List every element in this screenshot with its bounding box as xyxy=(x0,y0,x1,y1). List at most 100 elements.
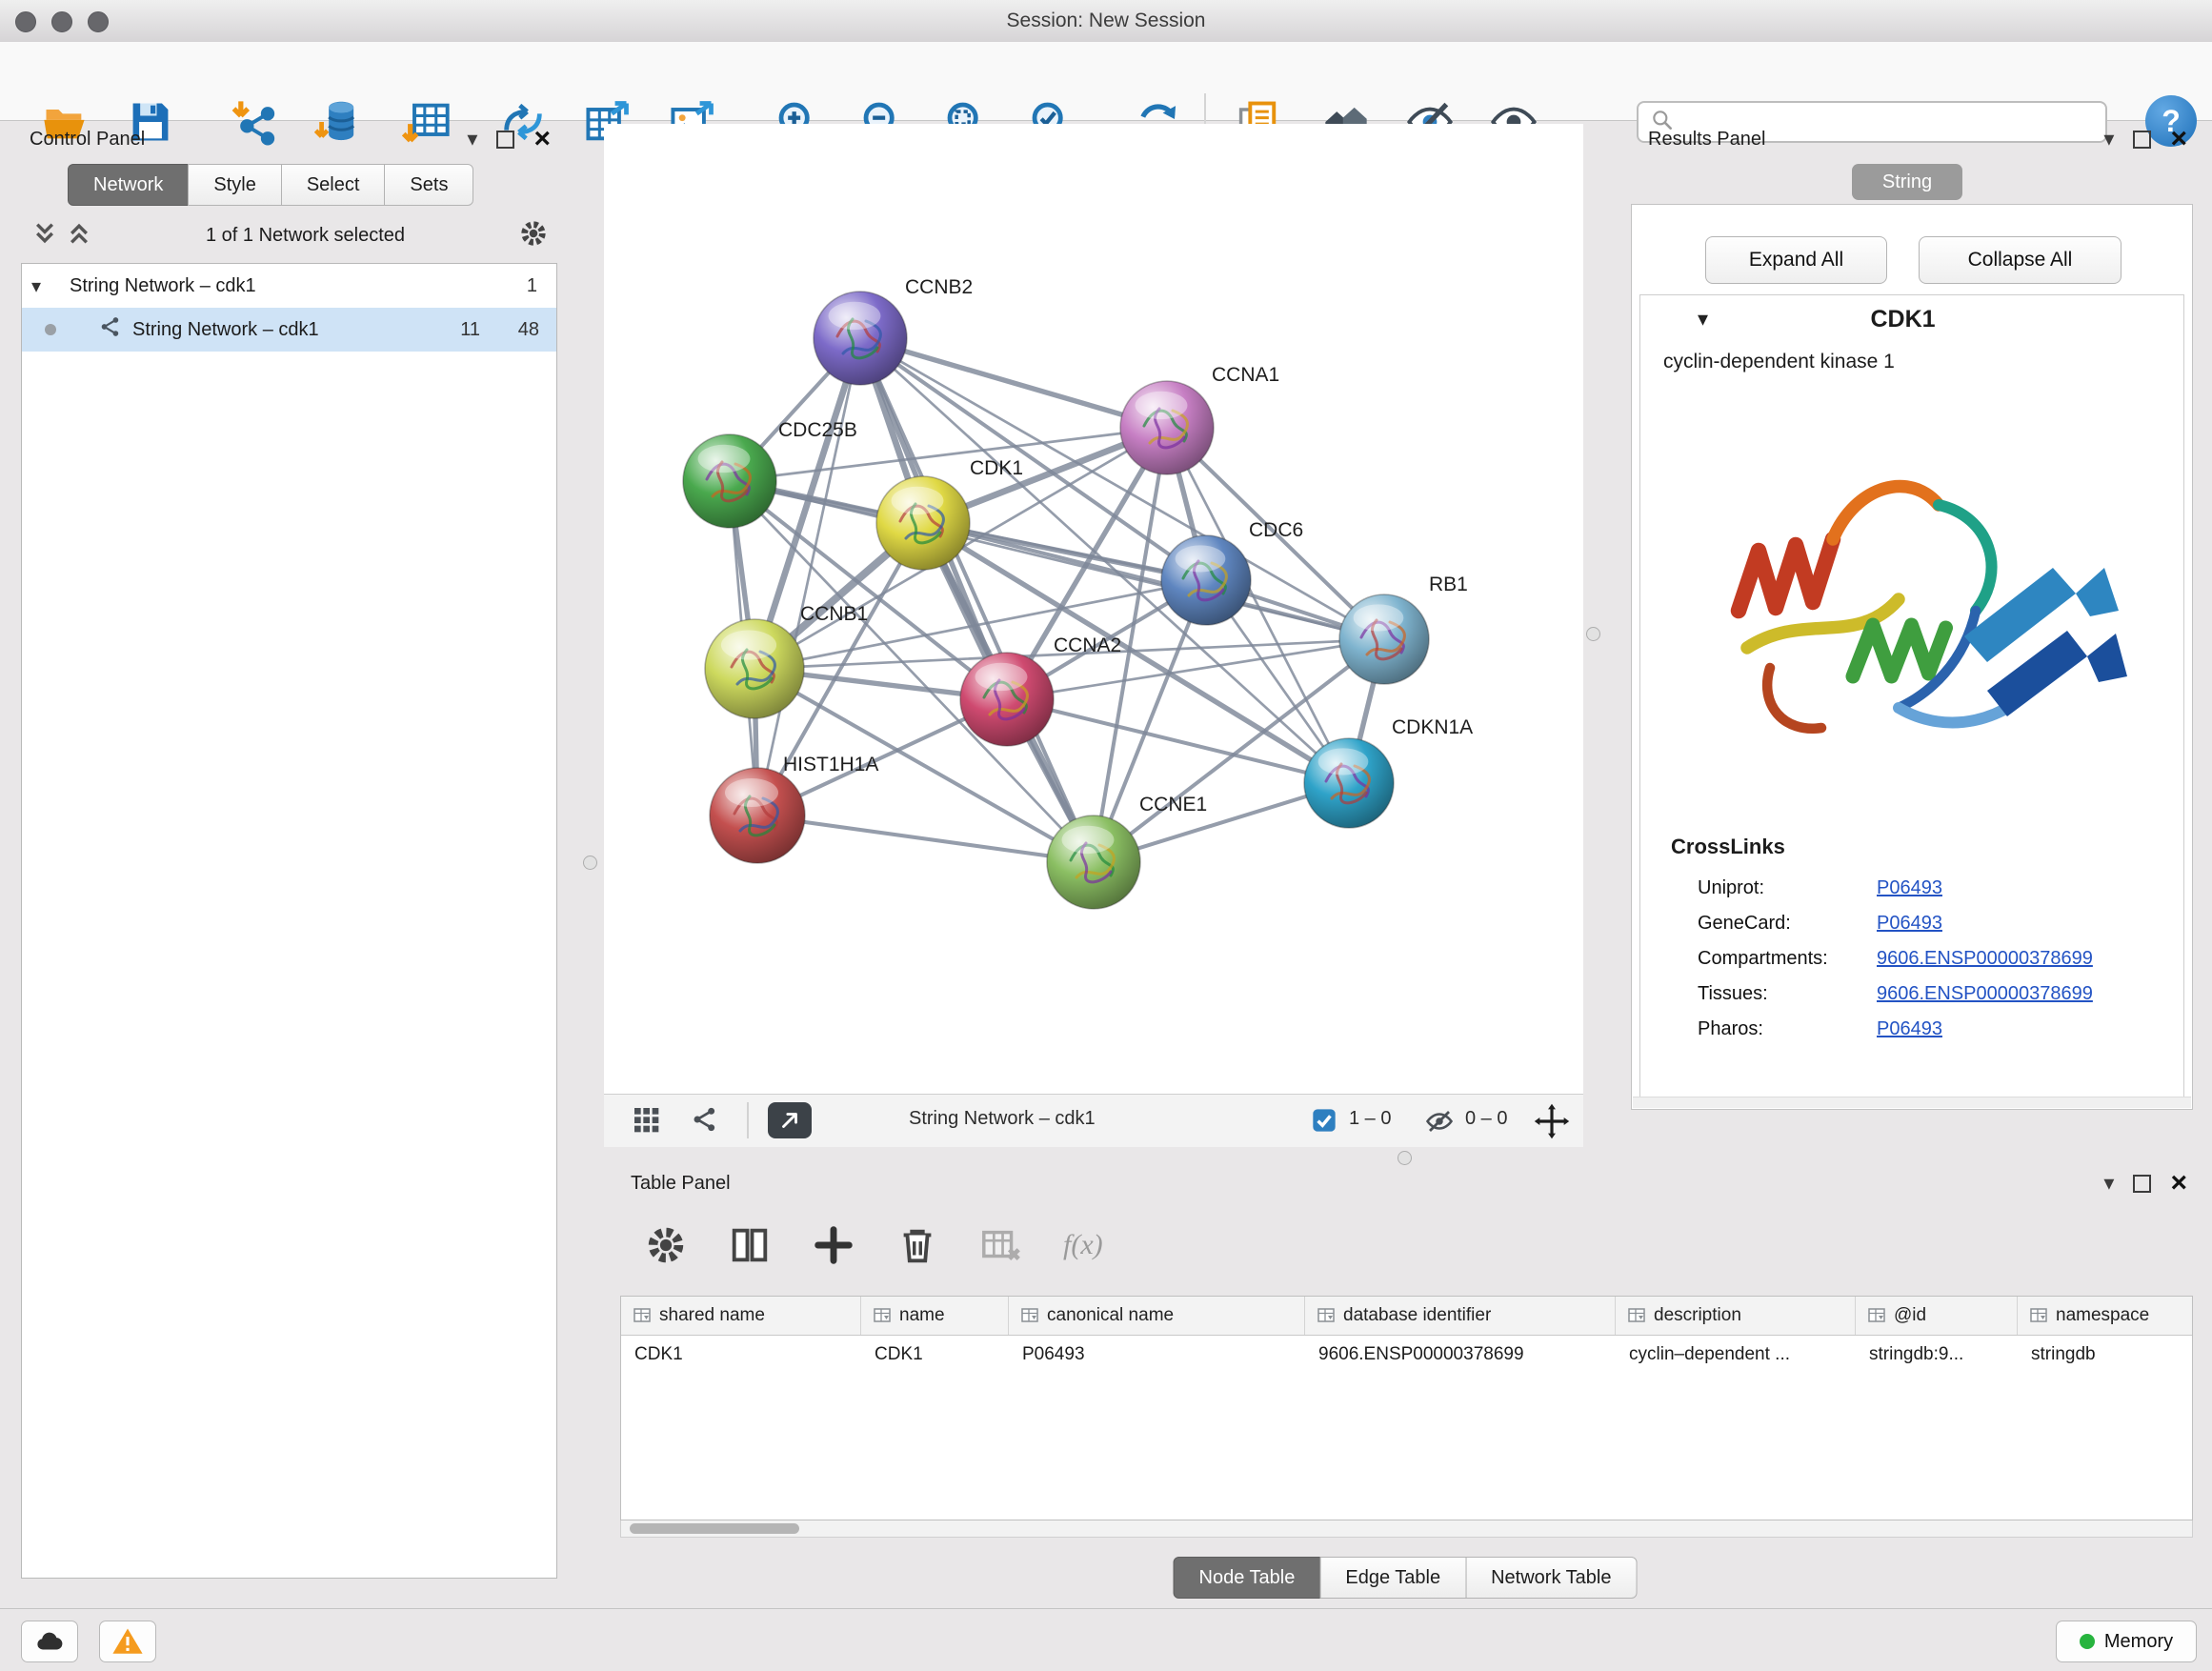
hidden-eye-slash-icon[interactable] xyxy=(1425,1107,1454,1140)
network-node-cdk1[interactable]: CDK1 xyxy=(876,457,1023,570)
column-sort-icon xyxy=(1020,1306,1039,1325)
tab-edge-table[interactable]: Edge Table xyxy=(1319,1557,1466,1599)
collapse-all-tree-icon[interactable] xyxy=(58,220,92,252)
float-panel-icon[interactable] xyxy=(496,131,514,149)
table-cell-description[interactable]: cyclin–dependent ... xyxy=(1616,1344,1856,1365)
bottom-splitter-handle[interactable] xyxy=(1398,1151,1412,1165)
network-options-gear-icon[interactable] xyxy=(518,218,564,253)
table-cell-canonical-name[interactable]: P06493 xyxy=(1009,1344,1305,1365)
crosslink-row: GeneCard:P06493 xyxy=(1640,906,2183,941)
collection-label: String Network – cdk1 xyxy=(50,275,256,297)
network-node-ccna1[interactable]: CCNA1 xyxy=(1120,364,1279,474)
table-cell-namespace[interactable]: stringdb xyxy=(2018,1344,2193,1365)
network-node-ccnb2[interactable]: CCNB2 xyxy=(814,276,973,385)
collapse-panel-icon[interactable]: ▾ xyxy=(467,129,477,150)
network-edges xyxy=(730,338,1384,862)
crosslink-link[interactable]: 9606.ENSP00000378699 xyxy=(1877,983,2093,1005)
close-window-button[interactable] xyxy=(15,11,36,32)
table-horizontal-scrollbar[interactable] xyxy=(620,1520,2193,1538)
network-collection-row[interactable]: ▾ String Network – cdk1 1 xyxy=(22,264,556,308)
table-cell-name[interactable]: CDK1 xyxy=(861,1344,1009,1365)
table-options-gear-icon[interactable] xyxy=(644,1223,688,1267)
crosslink-row: Uniprot:P06493 xyxy=(1640,871,2183,906)
column-header-id[interactable]: @id xyxy=(1856,1297,2018,1335)
tab-network-table[interactable]: Network Table xyxy=(1465,1557,1637,1599)
crosslink-link[interactable]: P06493 xyxy=(1877,877,1942,899)
collapse-panel-icon[interactable]: ▾ xyxy=(2103,1173,2114,1194)
tab-sets[interactable]: Sets xyxy=(384,164,473,206)
memory-button[interactable]: Memory xyxy=(2056,1621,2197,1662)
network-node-cdc6[interactable]: CDC6 xyxy=(1161,519,1303,625)
tab-select[interactable]: Select xyxy=(281,164,386,206)
results-content: Expand All Collapse All ▾ CDK1 cyclin-de… xyxy=(1631,204,2193,1110)
column-header-shared-name[interactable]: shared name xyxy=(621,1297,861,1335)
table-panel-title: Table Panel xyxy=(610,1173,731,1195)
left-splitter-handle[interactable] xyxy=(583,856,597,870)
network-edge-count: 48 xyxy=(480,319,556,341)
collection-expand-icon[interactable]: ▾ xyxy=(22,274,50,298)
column-header-description[interactable]: description xyxy=(1616,1297,1856,1335)
string-results-tab[interactable]: String xyxy=(1852,164,1962,200)
close-panel-icon[interactable]: × xyxy=(2170,1169,2187,1198)
function-builder-icon[interactable]: f(x) xyxy=(1063,1229,1103,1261)
tab-node-table[interactable]: Node Table xyxy=(1174,1557,1321,1599)
cloud-button[interactable] xyxy=(21,1621,78,1662)
column-header-name[interactable]: name xyxy=(861,1297,1009,1335)
show-columns-icon[interactable] xyxy=(728,1223,772,1267)
network-edge[interactable] xyxy=(757,815,1094,862)
network-edge[interactable] xyxy=(757,338,860,815)
network-label: String Network – cdk1 xyxy=(123,319,319,341)
float-panel-icon[interactable] xyxy=(2133,131,2151,149)
table-cell-shared-name[interactable]: CDK1 xyxy=(621,1344,861,1365)
share-network-icon[interactable] xyxy=(690,1104,720,1139)
results-scrollbar-track[interactable] xyxy=(1633,1097,2191,1108)
birdseye-view-button[interactable] xyxy=(768,1102,812,1138)
column-header-canonical-name[interactable]: canonical name xyxy=(1009,1297,1305,1335)
expand-all-button[interactable]: Expand All xyxy=(1705,236,1887,284)
expand-all-tree-icon[interactable] xyxy=(14,220,58,252)
network-node-rb1[interactable]: RB1 xyxy=(1339,574,1468,684)
crosslink-link[interactable]: P06493 xyxy=(1877,1018,1942,1040)
network-row-selected[interactable]: String Network – cdk1 11 48 xyxy=(22,308,556,352)
network-node-hist1h1a[interactable]: HIST1H1A xyxy=(710,754,878,863)
column-header-namespace[interactable]: namespace xyxy=(2018,1297,2193,1335)
tab-network[interactable]: Network xyxy=(68,164,189,206)
string-network-icon xyxy=(98,314,123,345)
network-edge[interactable] xyxy=(860,338,1094,862)
column-header-database-identifier[interactable]: database identifier xyxy=(1305,1297,1616,1335)
protein-description: cyclin-dependent kinase 1 xyxy=(1663,351,1895,373)
crosslink-link[interactable]: P06493 xyxy=(1877,913,1942,935)
selected-checkbox-icon[interactable] xyxy=(1311,1107,1337,1138)
results-panel-title: Results Panel xyxy=(1625,129,1765,151)
right-splitter-handle[interactable] xyxy=(1586,627,1600,641)
delete-column-trash-icon[interactable] xyxy=(895,1223,939,1267)
grid-view-icon[interactable] xyxy=(631,1104,661,1139)
scrollbar-thumb[interactable] xyxy=(630,1523,799,1534)
collapse-panel-icon[interactable]: ▾ xyxy=(2103,129,2114,150)
zoom-window-button[interactable] xyxy=(88,11,109,32)
collapse-all-button[interactable]: Collapse All xyxy=(1919,236,2122,284)
table-cell-id[interactable]: stringdb:9... xyxy=(1856,1344,2018,1365)
column-header-label: namespace xyxy=(2056,1305,2149,1326)
section-collapse-icon[interactable]: ▾ xyxy=(1698,307,1708,332)
table-row[interactable]: CDK1CDK1P064939606.ENSP00000378699cyclin… xyxy=(621,1336,2193,1374)
close-panel-icon[interactable]: × xyxy=(533,125,551,153)
float-panel-icon[interactable] xyxy=(2133,1175,2151,1193)
network-node-label: CDC6 xyxy=(1249,519,1303,541)
delete-table-icon[interactable] xyxy=(979,1223,1023,1267)
network-node-label: CCNA2 xyxy=(1054,634,1121,656)
create-column-plus-icon[interactable] xyxy=(812,1223,855,1267)
crosslink-row: Tissues:9606.ENSP00000378699 xyxy=(1640,976,2183,1012)
network-node-label: CCNE1 xyxy=(1139,794,1207,815)
move-crosshair-icon[interactable] xyxy=(1534,1103,1570,1144)
warnings-button[interactable] xyxy=(99,1621,156,1662)
crosslink-row: Compartments:9606.ENSP00000378699 xyxy=(1640,941,2183,976)
network-edge[interactable] xyxy=(860,338,1167,428)
table-cell-database-identifier[interactable]: 9606.ENSP00000378699 xyxy=(1305,1344,1616,1365)
close-panel-icon[interactable]: × xyxy=(2170,125,2187,153)
network-view-canvas[interactable]: CCNB2CCNA1CDC25BCDK1CDC6RB1CCNB1CCNA2CDK… xyxy=(604,124,1583,1094)
minimize-window-button[interactable] xyxy=(51,11,72,32)
crosslink-link[interactable]: 9606.ENSP00000378699 xyxy=(1877,948,2093,970)
network-node-cdkn1a[interactable]: CDKN1A xyxy=(1304,716,1473,828)
tab-style[interactable]: Style xyxy=(188,164,281,206)
